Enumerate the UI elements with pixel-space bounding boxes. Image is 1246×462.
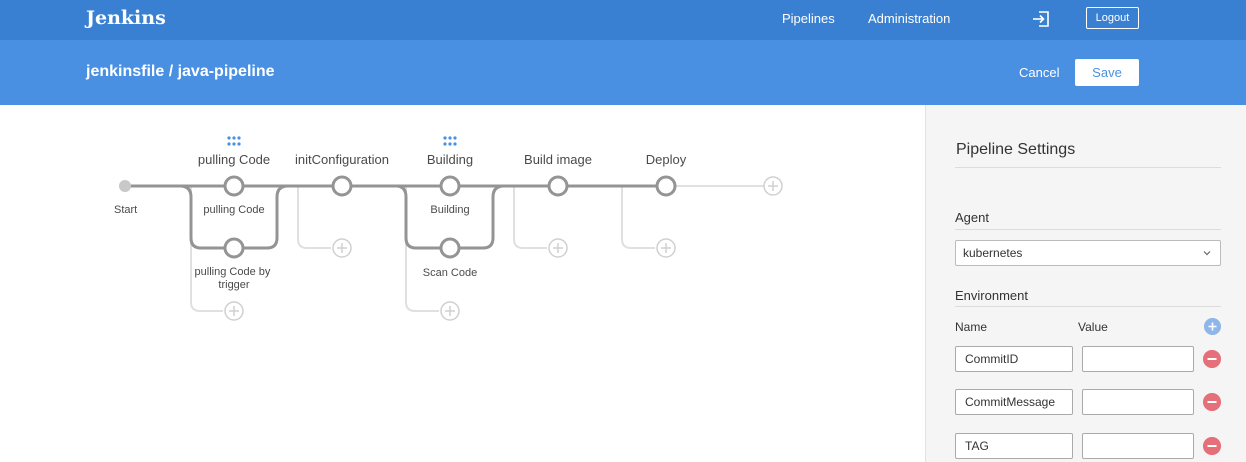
start-node: [119, 180, 131, 192]
cancel-button[interactable]: Cancel: [1019, 65, 1059, 80]
add-parallel-init-configuration-icon[interactable]: [332, 238, 352, 258]
agent-select[interactable]: kubernetes: [955, 240, 1221, 266]
environment-label: Environment: [955, 288, 1028, 303]
divider: [955, 167, 1221, 168]
add-env-var-button[interactable]: [1204, 318, 1221, 335]
stage-title-init-configuration[interactable]: initConfiguration: [295, 152, 389, 167]
stage-node-scan-code[interactable]: [439, 237, 461, 259]
branch-label-pulling-code: pulling Code: [203, 204, 264, 216]
sign-out-icon[interactable]: [1032, 10, 1050, 28]
env-name-input[interactable]: [955, 433, 1073, 459]
divider: [955, 229, 1221, 230]
stage-title-build-image[interactable]: Build image: [524, 152, 592, 167]
agent-select-value: kubernetes: [963, 246, 1023, 260]
stage-node-init-configuration[interactable]: [331, 175, 353, 197]
remove-env-var-button[interactable]: [1203, 350, 1221, 368]
env-name-input[interactable]: [955, 346, 1073, 372]
env-value-input[interactable]: [1082, 346, 1194, 372]
nav-administration-link[interactable]: Administration: [868, 11, 950, 26]
env-value-input[interactable]: [1082, 389, 1194, 415]
panel-title: Pipeline Settings: [956, 141, 1076, 158]
stage-title-pulling-code[interactable]: pulling Code: [198, 152, 270, 167]
remove-env-var-button[interactable]: [1203, 437, 1221, 455]
stage-node-build-image[interactable]: [547, 175, 569, 197]
stage-node-building[interactable]: [439, 175, 461, 197]
stage-node-pulling-code-by-trigger[interactable]: [223, 237, 245, 259]
drag-handle-pulling-code[interactable]: [227, 136, 241, 146]
add-stage-icon[interactable]: [763, 176, 783, 196]
stage-title-building[interactable]: Building: [427, 152, 473, 167]
chevron-down-icon: [1203, 251, 1211, 256]
page-title: jenkinsfile / java-pipeline: [86, 63, 275, 80]
logout-button[interactable]: Logout: [1086, 7, 1139, 29]
stage-node-pulling-code[interactable]: [223, 175, 245, 197]
branch-label-building: Building: [430, 204, 469, 216]
stage-node-deploy[interactable]: [655, 175, 677, 197]
env-name-header: Name: [955, 320, 988, 334]
env-value-input[interactable]: [1082, 433, 1194, 459]
remove-env-var-button[interactable]: [1203, 393, 1221, 411]
nav-pipelines-link[interactable]: Pipelines: [782, 11, 835, 26]
top-navbar: Jenkins Pipelines Administration Logout: [0, 0, 1246, 40]
add-parallel-building-icon[interactable]: [440, 301, 460, 321]
start-label: Start: [114, 204, 137, 216]
save-button[interactable]: Save: [1075, 59, 1139, 86]
add-parallel-pulling-code-icon[interactable]: [224, 301, 244, 321]
add-parallel-deploy-icon[interactable]: [656, 238, 676, 258]
stage-title-deploy[interactable]: Deploy: [646, 152, 687, 167]
env-name-input[interactable]: [955, 389, 1073, 415]
pipeline-settings-panel: Pipeline Settings Agent kubernetes Envir…: [925, 105, 1246, 462]
divider: [955, 306, 1221, 307]
branch-label-scan-code: Scan Code: [423, 267, 477, 279]
env-value-header: Value: [1078, 320, 1108, 334]
pipeline-editor-canvas: Start pulling Code initConfiguration Bui…: [0, 105, 925, 462]
branch-label-pulling-code-by-trigger: pulling Code by trigger: [195, 266, 274, 291]
pipeline-header: jenkinsfile / java-pipeline Cancel Save: [0, 40, 1246, 105]
pipeline-graph: Start pulling Code initConfiguration Bui…: [114, 136, 783, 321]
drag-handle-building[interactable]: [443, 136, 457, 146]
jenkins-logo[interactable]: Jenkins: [86, 7, 166, 29]
agent-label: Agent: [955, 210, 989, 225]
add-parallel-build-image-icon[interactable]: [548, 238, 568, 258]
